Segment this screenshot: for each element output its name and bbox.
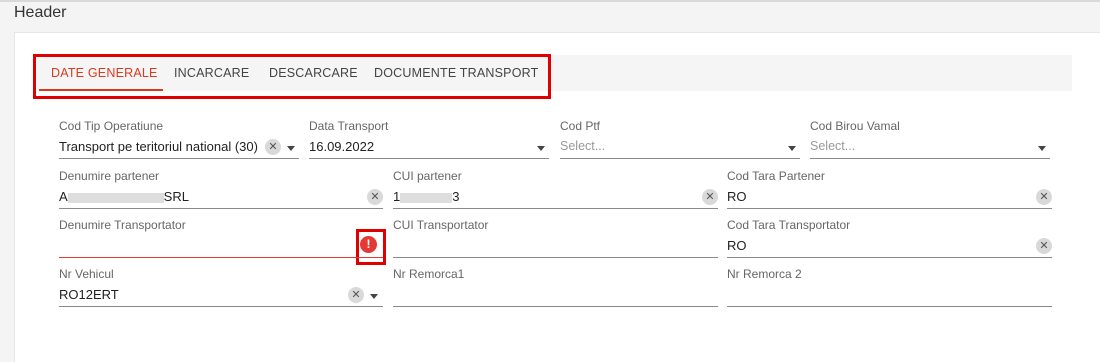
denumire-partener-field[interactable]: Denumire partener A SRL ✕ (59, 169, 383, 209)
close-circle-icon[interactable]: ✕ (348, 287, 364, 303)
value-end: SRL (163, 189, 189, 204)
field-underline (810, 158, 1050, 159)
field-label: Nr Remorca 2 (727, 267, 802, 281)
field-underline (393, 208, 718, 209)
field-label: Cod Ptf (560, 119, 601, 133)
field-label: Denumire partener (59, 169, 160, 183)
field-placeholder: Select... (560, 139, 606, 153)
field-label: Cod Tara Partener (727, 169, 825, 183)
field-value: Transport pe teritoriul national (30) (59, 139, 258, 154)
field-underline (393, 257, 718, 258)
tab-incarcare[interactable]: INCARCARE (174, 55, 249, 91)
data-transport-select[interactable]: Data Transport 16.09.2022 (309, 119, 549, 159)
field-label: Cod Birou Vamal (810, 119, 900, 133)
field-label: CUI partener (393, 169, 462, 183)
section-header-title: Header (14, 4, 67, 21)
cui-transportator-field[interactable]: CUI Transportator (393, 218, 718, 258)
field-underline (560, 158, 800, 159)
field-value: RO (727, 189, 747, 204)
field-underline (59, 306, 383, 307)
denumire-transportator-field[interactable]: Denumire Transportator ! (59, 218, 383, 258)
value-end: 3 (452, 189, 460, 204)
field-underline (727, 306, 1052, 307)
cod-tara-transportator-field[interactable]: Cod Tara Transportator RO ✕ (727, 218, 1052, 258)
redacted-text (67, 192, 164, 203)
cod-ptf-select[interactable]: Cod Ptf Select... (560, 119, 800, 159)
cod-birou-vamal-select[interactable]: Cod Birou Vamal Select... (810, 119, 1050, 159)
active-tab-indicator (39, 89, 163, 91)
tab-documente-transport[interactable]: DOCUMENTE TRANSPORT (374, 55, 538, 91)
tab-descarcare[interactable]: DESCARCARE (269, 55, 358, 91)
field-label: CUI Transportator (393, 218, 489, 232)
top-divider (0, 0, 1100, 2)
tab-bar: DATE GENERALE INCARCARE DESCARCARE DOCUM… (37, 55, 1072, 91)
close-circle-icon[interactable]: ✕ (265, 139, 281, 155)
form-card: DATE GENERALE INCARCARE DESCARCARE DOCUM… (14, 32, 1100, 362)
nr-remorca2-field[interactable]: Nr Remorca 2 (727, 267, 1052, 307)
field-underline (727, 208, 1052, 209)
value-start: 1 (393, 189, 401, 204)
field-value: RO12ERT (59, 287, 119, 302)
field-label: Denumire Transportator (59, 218, 186, 232)
cod-tara-partener-field[interactable]: Cod Tara Partener RO ✕ (727, 169, 1052, 209)
field-underline (309, 158, 549, 159)
field-label: Data Transport (309, 119, 389, 133)
field-label: Cod Tip Operatiune (59, 119, 164, 133)
chevron-down-icon[interactable] (788, 146, 796, 151)
cod-tip-operatiune-select[interactable]: Cod Tip Operatiune Transport pe teritori… (59, 119, 299, 159)
chevron-down-icon[interactable] (370, 294, 378, 299)
close-circle-icon[interactable]: ✕ (1036, 189, 1052, 205)
nr-remorca1-field[interactable]: Nr Remorca1 (393, 267, 718, 307)
field-underline (59, 208, 383, 209)
close-circle-icon[interactable]: ✕ (702, 189, 718, 205)
field-value: RO (727, 238, 747, 253)
field-label: Nr Vehicul (59, 267, 114, 281)
error-exclamation-icon: ! (360, 236, 377, 253)
field-value: A SRL (59, 189, 189, 204)
field-underline (393, 306, 718, 307)
tab-date-generale[interactable]: DATE GENERALE (51, 55, 158, 91)
field-label: Cod Tara Transportator (727, 218, 851, 232)
chevron-down-icon[interactable] (287, 146, 295, 151)
redacted-text (400, 192, 453, 203)
chevron-down-icon[interactable] (1038, 146, 1046, 151)
field-underline (727, 257, 1052, 258)
field-underline (59, 158, 299, 159)
field-value: 16.09.2022 (309, 139, 375, 154)
field-label: Nr Remorca1 (393, 267, 465, 281)
field-underline-error (59, 257, 383, 258)
chevron-down-icon[interactable] (537, 146, 545, 151)
close-circle-icon[interactable]: ✕ (1036, 238, 1052, 254)
field-value: 13 (393, 189, 459, 204)
field-placeholder: Select... (810, 139, 856, 153)
nr-vehicul-select[interactable]: Nr Vehicul RO12ERT ✕ (59, 267, 383, 307)
cui-partener-field[interactable]: CUI partener 13 ✕ (393, 169, 718, 209)
value-start: A (59, 189, 68, 204)
close-circle-icon[interactable]: ✕ (367, 189, 383, 205)
